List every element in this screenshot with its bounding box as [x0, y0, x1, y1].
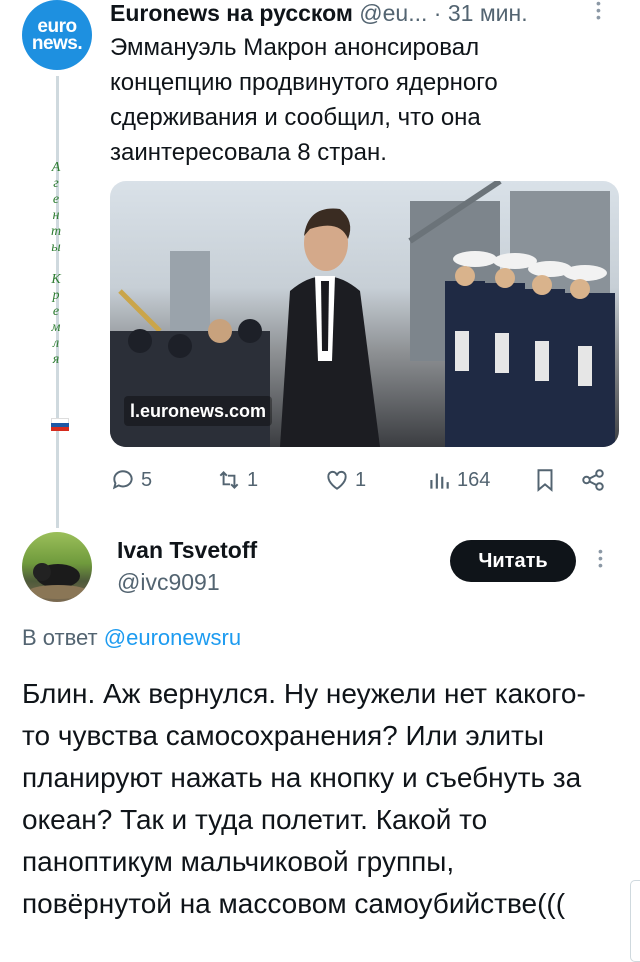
views-action[interactable]: 164 — [426, 466, 490, 494]
tweet-header: Euronews на русском @eu... · 31 мин. — [110, 0, 610, 26]
reply-to-mention[interactable]: @euronewsru — [104, 625, 241, 650]
euronews-avatar[interactable]: euro news. — [22, 0, 92, 70]
avatar-logo-line2: news. — [31, 33, 83, 54]
gorilla-avatar-icon — [28, 563, 88, 599]
repost-count: 1 — [247, 468, 259, 491]
reply-action[interactable]: 5 — [110, 466, 152, 494]
timestamp[interactable]: 31 мин. — [448, 0, 528, 26]
reply-count: 5 — [141, 468, 153, 491]
repost-action[interactable]: 1 — [216, 466, 258, 494]
heart-icon — [327, 470, 347, 490]
author-handle[interactable]: @eu... — [359, 0, 427, 26]
scroll-edge-indicator — [630, 880, 640, 962]
reply-to-line: В ответ @euronewsru — [22, 624, 241, 652]
header-separator: · — [433, 0, 442, 26]
share-action[interactable] — [580, 466, 611, 494]
more-options-icon[interactable]: • • • — [596, 0, 601, 24]
ivan-avatar[interactable] — [22, 532, 92, 602]
views-chart-icon — [430, 473, 449, 489]
reply-author-name[interactable]: Ivan Tsvetoff — [117, 536, 257, 564]
share-icon — [582, 469, 604, 491]
overlay-side-label: А г е н т ы К р е м л я — [50, 160, 62, 367]
like-count: 1 — [355, 468, 367, 491]
repost-icon — [219, 471, 239, 489]
tweet-text: Эммануэль Макрон анонсировал концепцию п… — [110, 34, 498, 166]
views-count: 164 — [457, 468, 491, 491]
reply-to-prefix: В ответ — [22, 625, 98, 650]
reply-more-options-icon[interactable]: • • • — [598, 544, 603, 572]
link-card-domain[interactable]: l.euronews.com — [124, 396, 273, 426]
reply-icon — [112, 470, 133, 490]
follow-button[interactable]: Читать — [450, 540, 576, 582]
like-action[interactable]: 1 — [324, 466, 366, 494]
reply-author-handle[interactable]: @ivc9091 — [117, 568, 220, 596]
author-name[interactable]: Euronews на русском — [110, 0, 353, 26]
bookmark-action[interactable] — [532, 466, 563, 494]
bookmark-icon — [537, 469, 553, 492]
reply-text: Блин. Аж вернулся. Ну неужели нет какого… — [22, 678, 586, 919]
russian-flag-icon — [51, 418, 69, 431]
